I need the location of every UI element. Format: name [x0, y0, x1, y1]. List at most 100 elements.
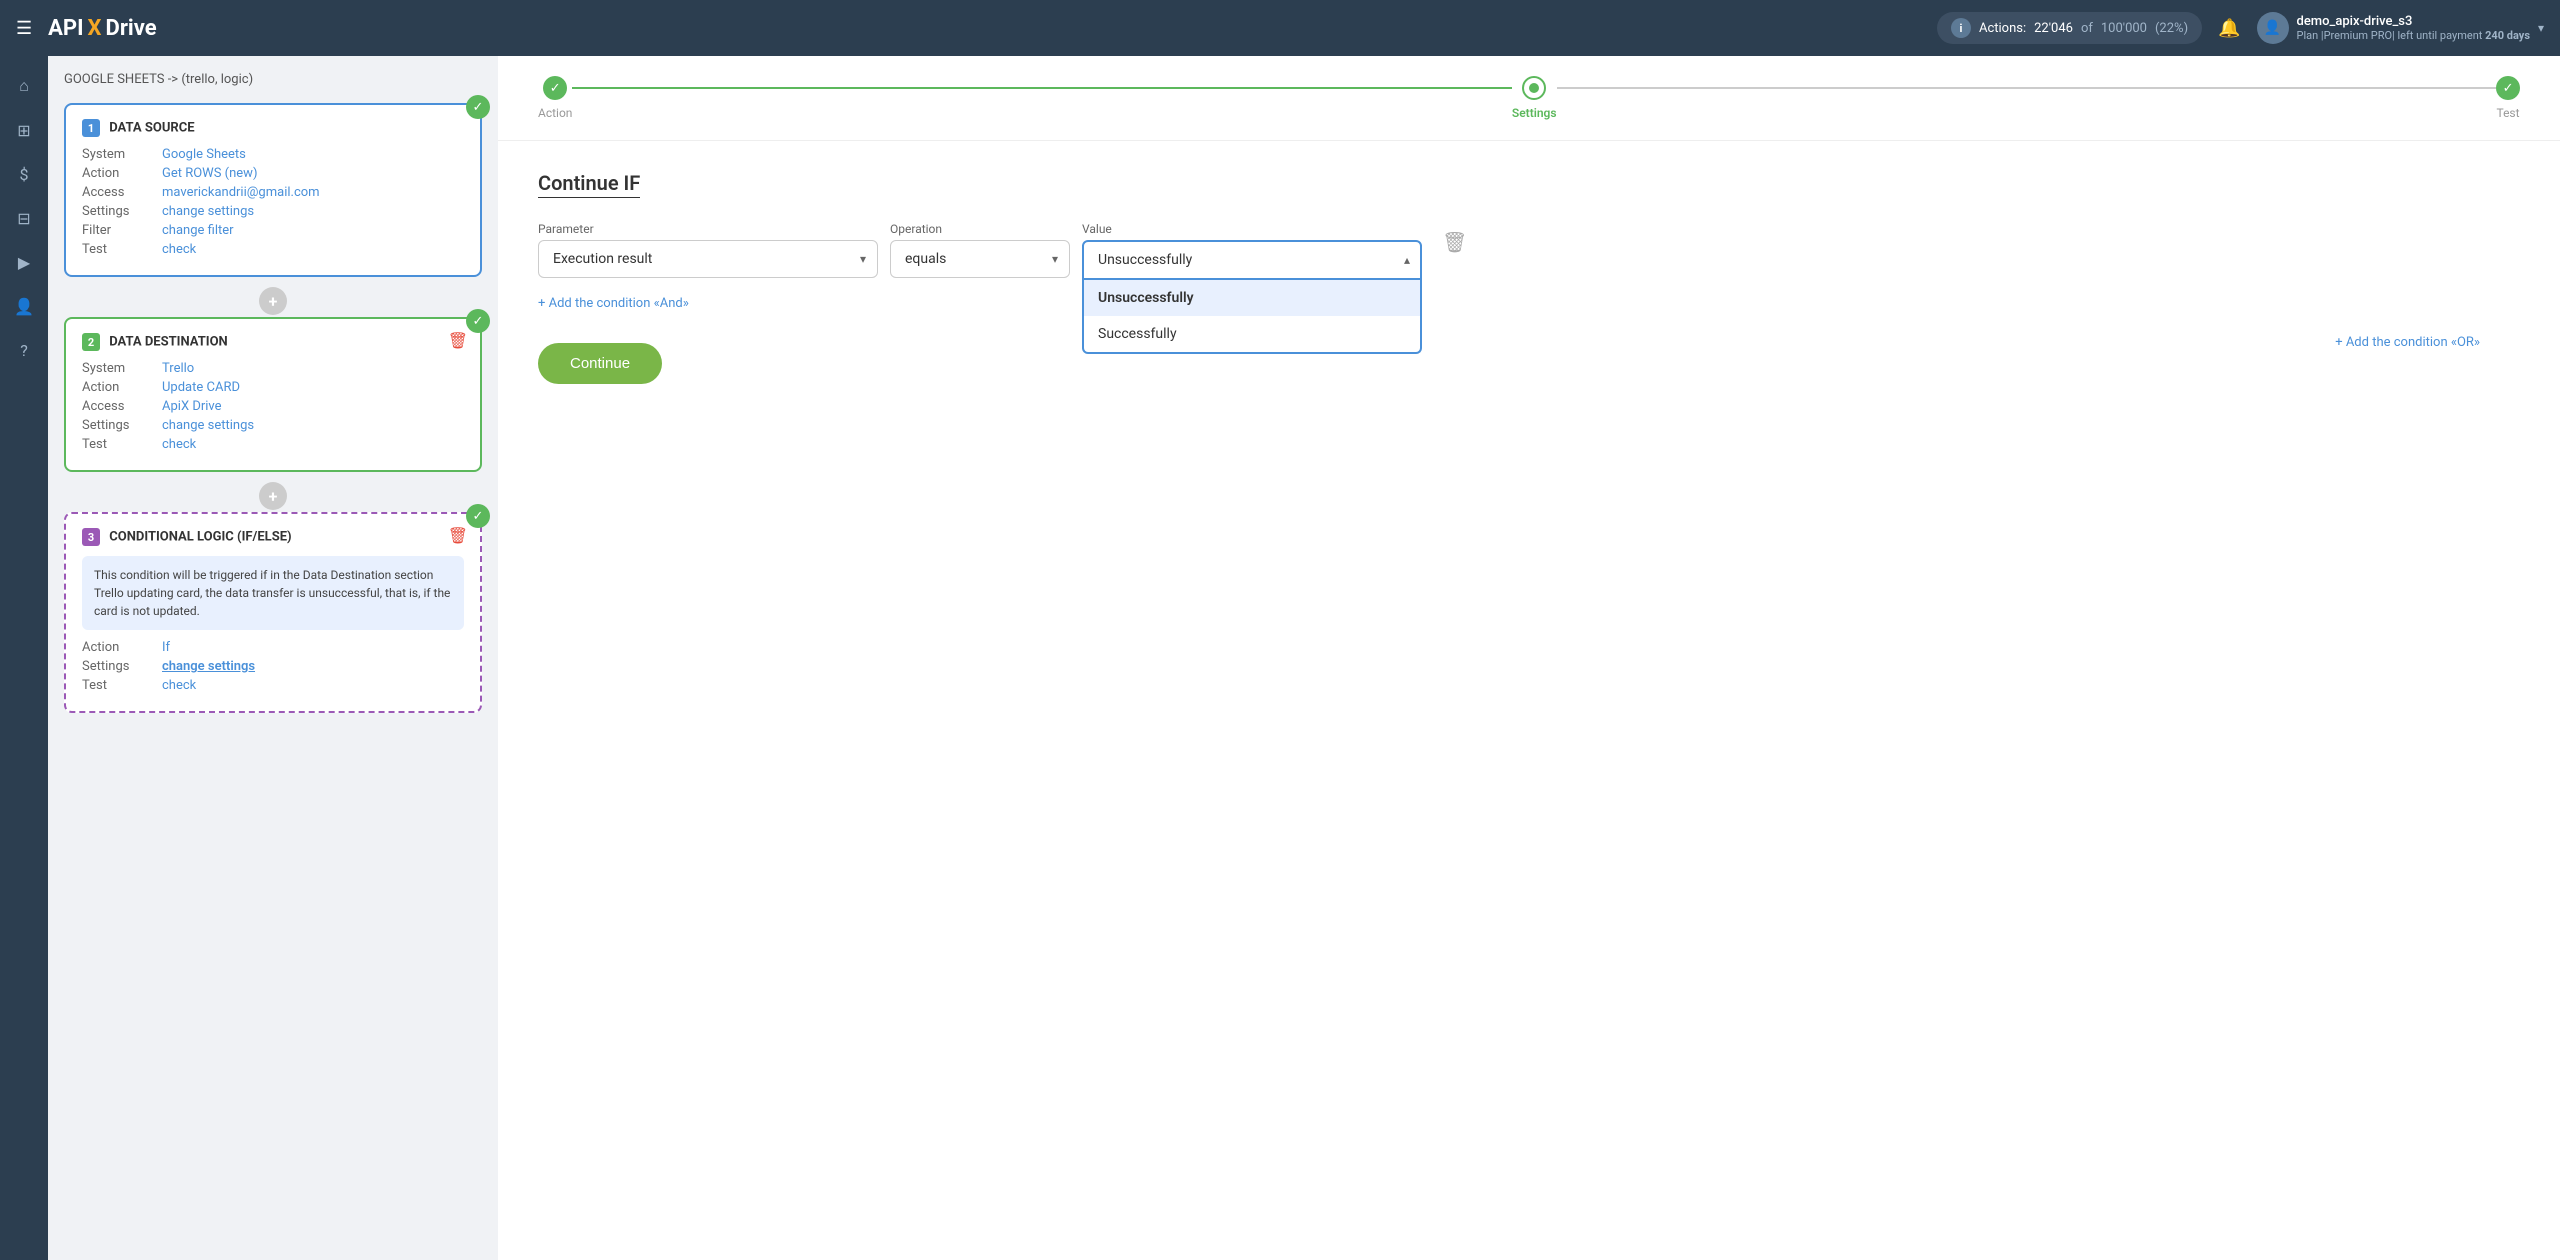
continue-button[interactable]: Continue — [538, 343, 662, 384]
operation-dropdown[interactable]: equals ▾ — [890, 240, 1070, 278]
trash-icon-2[interactable]: 🗑 — [448, 331, 468, 350]
card-row: Test check — [82, 437, 464, 452]
left-panel: GOOGLE SHEETS -> (trello, logic) ✓ 1 DAT… — [48, 56, 498, 1260]
sidebar-icons: ⌂ ⊞ $ ⊟ ▶ 👤 ? — [0, 56, 48, 1260]
source-system[interactable]: Google Sheets — [162, 147, 246, 162]
card-row: Action If — [82, 640, 464, 655]
parameter-dropdown[interactable]: Execution result ▾ — [538, 240, 878, 278]
operation-dropdown-wrapper: equals ▾ — [890, 240, 1070, 278]
value-chevron-icon: ▴ — [1404, 253, 1410, 267]
logic-settings[interactable]: change settings — [162, 659, 255, 674]
step-circle-test: ✓ — [2496, 76, 2520, 100]
logo-api: API — [48, 16, 83, 41]
connector-circle-2[interactable]: + — [259, 482, 287, 510]
actions-pct: (22%) — [2155, 21, 2188, 36]
user-area: 👤 demo_apix-drive_s3 Plan |Premium PRO| … — [2257, 12, 2544, 44]
operation-chevron-icon: ▾ — [1052, 252, 1058, 266]
form-row: Parameter Execution result ▾ Operation e… — [538, 222, 2520, 280]
card-check-1: ✓ — [466, 95, 490, 119]
delete-row-button[interactable]: 🗑 — [1434, 222, 1475, 262]
card-conditional-logic: ✓ 🗑 3 CONDITIONAL LOGIC (IF/ELSE) This c… — [64, 512, 482, 713]
sidebar-item-video[interactable]: ▶ — [6, 244, 42, 280]
trash-icon-3[interactable]: 🗑 — [448, 526, 468, 545]
avatar: 👤 — [2257, 12, 2289, 44]
card-data-source: ✓ 1 DATA SOURCE System Google Sheets Act… — [64, 103, 482, 277]
user-name: demo_apix-drive_s3 — [2297, 14, 2530, 29]
value-dropdown-wrapper: Unsuccessfully ▴ Unsuccessfully Successf… — [1082, 240, 1422, 280]
dest-system[interactable]: Trello — [162, 361, 194, 376]
right-panel: ✓ Action Settings ✓ Test Continue IF — [498, 56, 2560, 1260]
step-line-1 — [572, 87, 1511, 89]
logic-test[interactable]: check — [162, 678, 196, 693]
card-row: Settings change settings — [82, 204, 464, 219]
operation-value: equals — [905, 251, 946, 267]
card-row: Access ApiX Drive — [82, 399, 464, 414]
step-label-action: Action — [538, 106, 572, 120]
card-title-1: 1 DATA SOURCE — [82, 119, 464, 137]
card-num-1: 1 — [82, 119, 100, 137]
topnav: ☰ APIXDrive i Actions: 22'046 of 100'000… — [0, 0, 2560, 56]
sidebar-item-briefcase[interactable]: ⊟ — [6, 200, 42, 236]
form-col-value: Value Unsuccessfully ▴ Unsuccessfully Su… — [1082, 222, 1422, 280]
step-action: ✓ Action — [538, 76, 572, 120]
dest-settings[interactable]: change settings — [162, 418, 254, 433]
sidebar-item-home[interactable]: ⌂ — [6, 68, 42, 104]
card-title-2: 2 DATA DESTINATION — [82, 333, 464, 351]
logo-drive: Drive — [106, 16, 157, 41]
card-num-3: 3 — [82, 528, 100, 546]
card-check-2: ✓ — [466, 309, 490, 333]
card-data-destination: ✓ 🗑 2 DATA DESTINATION System Trello Act… — [64, 317, 482, 472]
card-row: Action Get ROWS (new) — [82, 166, 464, 181]
dest-access[interactable]: ApiX Drive — [162, 399, 222, 414]
card-row: Action Update CARD — [82, 380, 464, 395]
card-row: Settings change settings — [82, 418, 464, 433]
connector-circle[interactable]: + — [259, 287, 287, 315]
card-row: Access maverickandrii@gmail.com — [82, 185, 464, 200]
add-or-button[interactable]: + Add the condition «OR» — [2335, 335, 2480, 350]
user-info: demo_apix-drive_s3 Plan |Premium PRO| le… — [2297, 14, 2530, 42]
main-layout: ⌂ ⊞ $ ⊟ ▶ 👤 ? GOOGLE SHEETS -> (trello, … — [0, 56, 2560, 1260]
source-action[interactable]: Get ROWS (new) — [162, 166, 257, 181]
step-circle-settings — [1522, 76, 1546, 100]
add-condition-button[interactable]: + Add the condition «And» — [538, 296, 2520, 311]
source-settings[interactable]: change settings — [162, 204, 254, 219]
sidebar-item-billing[interactable]: $ — [6, 156, 42, 192]
logo-x: X — [88, 16, 102, 41]
value-label: Value — [1082, 222, 1422, 236]
connector-2: + — [64, 480, 482, 512]
card-title-3: 3 CONDITIONAL LOGIC (IF/ELSE) — [82, 528, 464, 546]
content-area: Continue IF Parameter Execution result ▾… — [498, 141, 2560, 1260]
logic-action[interactable]: If — [162, 640, 170, 655]
dest-test[interactable]: check — [162, 437, 196, 452]
sidebar-item-help[interactable]: ? — [6, 332, 42, 368]
logo: APIXDrive — [48, 16, 156, 41]
dropdown-option-successfully[interactable]: Successfully — [1084, 316, 1420, 352]
value-dropdown-menu: Unsuccessfully Successfully — [1082, 280, 1422, 354]
chevron-down-icon[interactable]: ▾ — [2538, 21, 2544, 35]
dropdown-option-unsuccessfully[interactable]: Unsuccessfully — [1084, 280, 1420, 316]
step-label-test: Test — [2496, 106, 2519, 120]
actions-total: 100'000 — [2101, 21, 2147, 36]
source-filter[interactable]: change filter — [162, 223, 234, 238]
source-test[interactable]: check — [162, 242, 196, 257]
parameter-value: Execution result — [553, 251, 652, 267]
page-title: Continue IF — [538, 171, 640, 198]
bell-icon[interactable]: 🔔 — [2218, 18, 2240, 39]
step-test: ✓ Test — [2496, 76, 2520, 120]
step-settings: Settings — [1512, 76, 1557, 120]
user-plan: Plan |Premium PRO| left until payment 24… — [2297, 29, 2530, 42]
parameter-label: Parameter — [538, 222, 878, 236]
card-row: Test check — [82, 242, 464, 257]
step-label-settings: Settings — [1512, 106, 1557, 120]
sidebar-item-user[interactable]: 👤 — [6, 288, 42, 324]
dest-action[interactable]: Update CARD — [162, 380, 240, 395]
sidebar-item-flow[interactable]: ⊞ — [6, 112, 42, 148]
card-description-3: This condition will be triggered if in t… — [82, 556, 464, 630]
source-access[interactable]: maverickandrii@gmail.com — [162, 185, 320, 200]
value-dropdown[interactable]: Unsuccessfully ▴ — [1082, 240, 1422, 280]
card-num-2: 2 — [82, 333, 100, 351]
parameter-chevron-icon: ▾ — [860, 252, 866, 266]
step-line-2 — [1557, 87, 2496, 89]
hamburger-icon[interactable]: ☰ — [16, 18, 32, 39]
info-icon: i — [1951, 18, 1971, 38]
